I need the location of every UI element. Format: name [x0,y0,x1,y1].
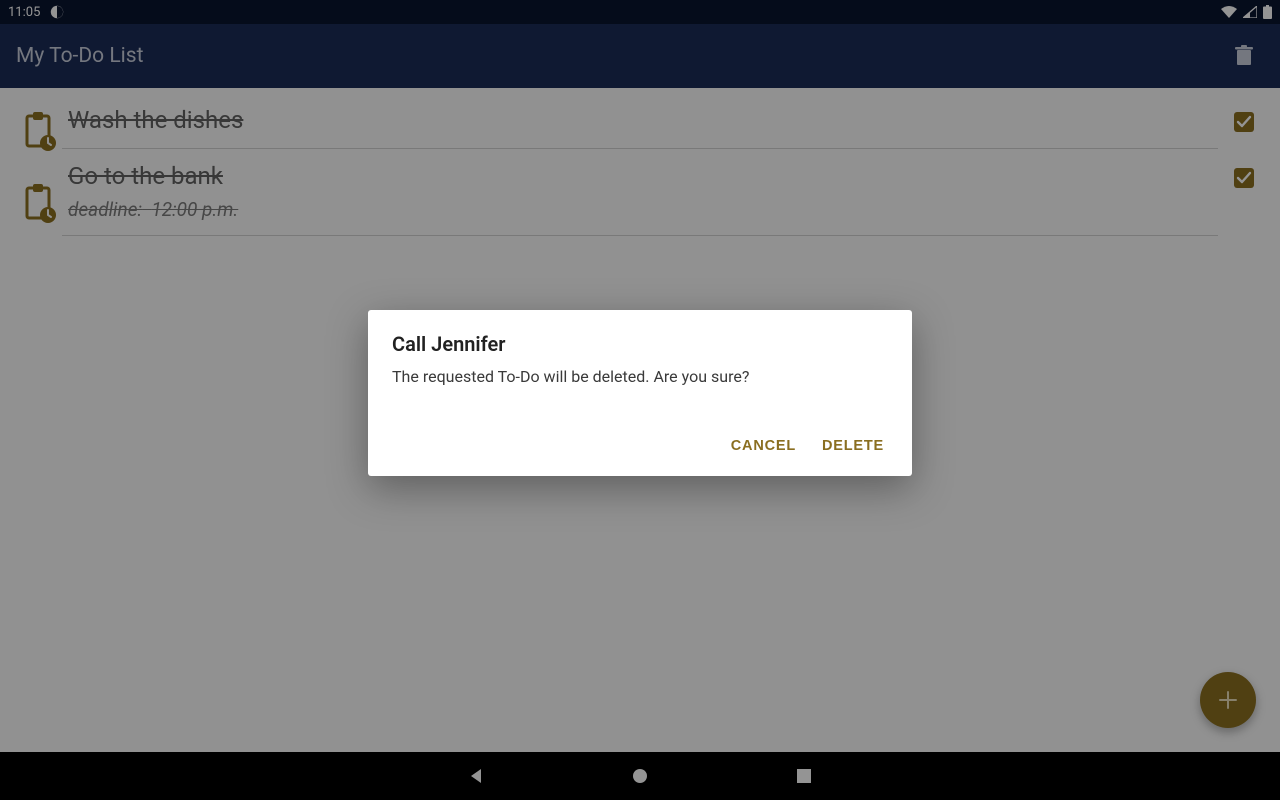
cancel-button[interactable]: CANCEL [727,430,800,462]
delete-button[interactable]: DELETE [818,430,888,462]
dialog-title: Call Jennifer [392,332,888,356]
confirm-delete-dialog: Call Jennifer The requested To-Do will b… [368,310,912,476]
dialog-scrim[interactable]: Call Jennifer The requested To-Do will b… [0,0,1280,800]
dialog-message: The requested To-Do will be deleted. Are… [392,366,888,388]
